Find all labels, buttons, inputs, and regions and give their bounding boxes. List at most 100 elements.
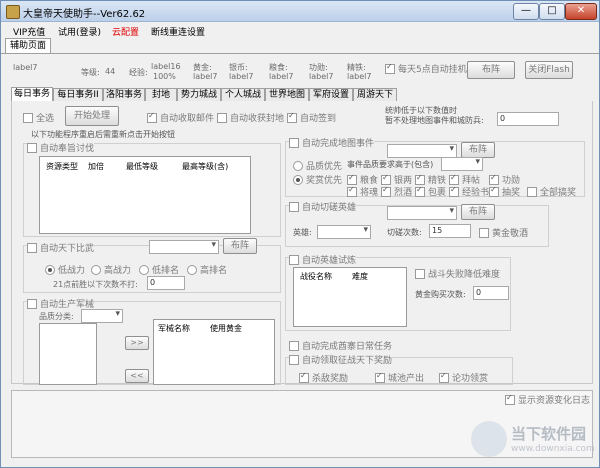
menu-cloud-config[interactable]: 云配置 <box>112 25 139 38</box>
map-event-layout-button[interactable]: 布阵 <box>461 142 495 158</box>
checkbox-box[interactable] <box>289 201 299 212</box>
maximize-button[interactable]: □ <box>539 3 565 20</box>
radio-low-rank[interactable]: 低排名 <box>139 263 179 276</box>
checkbox-box[interactable] <box>449 173 459 185</box>
checkbox-box[interactable] <box>289 354 299 365</box>
radio-dot[interactable] <box>187 264 197 275</box>
menu-trial-login[interactable]: 试用(登录) <box>58 25 101 38</box>
tab-personal-war[interactable]: 个人城战 <box>221 88 265 101</box>
tab-military-settings[interactable]: 军府设置 <box>309 88 353 101</box>
compare-layout-select[interactable] <box>149 240 219 254</box>
compare-layout-button[interactable]: 布阵 <box>223 238 257 254</box>
auto-hang-checkbox[interactable]: 每天5点自动挂机 <box>385 62 467 75</box>
event-quality-select[interactable] <box>441 157 483 171</box>
checkbox-box[interactable] <box>375 371 385 383</box>
close-button[interactable]: ✕ <box>565 3 597 20</box>
radio-dot[interactable] <box>293 160 303 171</box>
checkbox-box[interactable] <box>489 185 499 197</box>
checkbox-box[interactable] <box>439 371 449 383</box>
radio-reward-first[interactable]: 奖赏优先 <box>293 173 342 186</box>
minimize-button[interactable]: — <box>513 3 539 20</box>
duel-count-input[interactable]: 15 <box>429 224 471 238</box>
checkbox-box[interactable] <box>27 242 37 253</box>
quality-category-select[interactable] <box>81 309 123 323</box>
fail-lower-difficulty-checkbox[interactable]: 战斗失败降低难度 <box>415 267 500 280</box>
city-output-checkbox[interactable]: 城池产出 <box>375 371 424 384</box>
checkbox-box[interactable] <box>479 227 489 238</box>
duel-hero-select[interactable] <box>317 225 371 239</box>
radio-high-power[interactable]: 高战力 <box>91 263 131 276</box>
close-flash-button[interactable]: 关闭Flash <box>525 61 573 79</box>
daily-tasks-checkbox[interactable]: 自动完成酋寨日常任务 <box>289 339 392 352</box>
reward-soul-checkbox[interactable]: 将魂 <box>347 185 378 198</box>
hero-trial-checkbox[interactable]: 自动英雄试炼 <box>289 253 357 266</box>
radio-high-rank[interactable]: 高排名 <box>187 263 227 276</box>
map-event-layout-select[interactable] <box>387 144 457 158</box>
checkbox-box[interactable] <box>527 186 537 197</box>
tab-travel[interactable]: 周游天下 <box>353 88 397 101</box>
duel-layout-button[interactable]: 布阵 <box>461 204 495 220</box>
checkbox-box[interactable] <box>27 298 37 309</box>
merit-reward-checkbox[interactable]: 论功领赏 <box>439 371 488 384</box>
radio-dot[interactable] <box>45 264 55 275</box>
auto-sign-checkbox[interactable]: 自动签到 <box>287 111 336 124</box>
checkbox-box[interactable] <box>147 111 157 123</box>
checkbox-box[interactable] <box>385 62 395 74</box>
start-process-button[interactable]: 开始处理 <box>65 106 119 126</box>
tab-luoyang[interactable]: 洛阳事务 <box>103 88 145 101</box>
compare-win-input[interactable]: 0 <box>147 276 185 290</box>
leadership-threshold-input[interactable]: 0 <box>497 112 559 126</box>
checkbox-box[interactable] <box>489 173 499 185</box>
conquer-reward-checkbox[interactable]: 自动领取征战天下奖励 <box>289 353 393 366</box>
gold-wine-checkbox[interactable]: 黄金敬酒 <box>479 226 528 239</box>
radio-low-power[interactable]: 低战力 <box>45 263 85 276</box>
tab-assist-page[interactable]: 辅助页面 <box>5 38 52 53</box>
tab-faction-war[interactable]: 势力城战 <box>177 88 221 101</box>
checkbox-box[interactable] <box>449 185 459 197</box>
select-all-checkbox[interactable]: 全选 <box>23 111 54 124</box>
radio-dot[interactable] <box>293 174 303 185</box>
duel-layout-select[interactable] <box>387 206 457 220</box>
tab-daily[interactable]: 每日事务 <box>11 87 53 102</box>
auto-duel-checkbox[interactable]: 自动切磋英雄 <box>289 200 357 213</box>
checkbox-box[interactable] <box>381 185 391 197</box>
tab-world-map[interactable]: 世界地图 <box>265 88 309 101</box>
radio-quality-first[interactable]: 品质优先 <box>293 159 342 172</box>
checkbox-box[interactable] <box>287 111 297 123</box>
checkbox-box[interactable] <box>299 371 309 383</box>
gold-buy-input[interactable]: 0 <box>473 286 509 300</box>
menu-reconnect-settings[interactable]: 断线重连设置 <box>151 25 205 38</box>
map-event-checkbox[interactable]: 自动完成地图事件 <box>289 136 375 149</box>
checkbox-box[interactable] <box>217 112 227 123</box>
kill-reward-checkbox[interactable]: 杀敌奖励 <box>299 371 348 384</box>
move-right-button[interactable]: >> <box>125 336 149 350</box>
reward-package-checkbox[interactable]: 包裹 <box>415 185 446 198</box>
hero-trial-list[interactable]: 战役名称 难度 <box>293 267 407 327</box>
collect-mail-checkbox[interactable]: 自动收取邮件 <box>147 111 214 124</box>
produce-target-list[interactable]: 军械名称 使用黄金 <box>153 319 275 385</box>
move-left-button[interactable]: << <box>125 369 149 383</box>
layout-button-top[interactable]: 布阵 <box>467 61 515 79</box>
auto-expedition-checkbox[interactable]: 自动奉旨讨伐 <box>27 141 95 154</box>
radio-dot[interactable] <box>91 264 101 275</box>
checkbox-box[interactable] <box>381 173 391 185</box>
menu-vip[interactable]: VIP充值 <box>13 25 45 38</box>
show-log-checkbox[interactable]: 显示资源变化日志 <box>505 393 590 406</box>
reward-lottery-checkbox[interactable]: 抽奖 <box>489 185 520 198</box>
reward-all-checkbox[interactable]: 全部搞奖 <box>527 185 576 198</box>
checkbox-box[interactable] <box>347 173 357 185</box>
checkbox-box[interactable] <box>347 185 357 197</box>
checkbox-box[interactable] <box>415 173 425 185</box>
checkbox-box[interactable] <box>505 393 515 405</box>
radio-dot[interactable] <box>139 264 149 275</box>
tab-daily-2[interactable]: 每日事务II <box>53 88 103 101</box>
expedition-list[interactable]: 资源类型 加倍 最低等级 最高等级(含) <box>39 156 251 234</box>
checkbox-box[interactable] <box>23 112 33 123</box>
auto-compare-checkbox[interactable]: 自动天下比武 <box>27 241 95 254</box>
checkbox-box[interactable] <box>289 254 299 265</box>
produce-source-list[interactable] <box>39 323 97 385</box>
checkbox-box[interactable] <box>27 142 37 153</box>
checkbox-box[interactable] <box>289 137 299 148</box>
checkbox-box[interactable] <box>415 268 425 279</box>
reward-expbook-checkbox[interactable]: 经验书 <box>449 185 489 198</box>
